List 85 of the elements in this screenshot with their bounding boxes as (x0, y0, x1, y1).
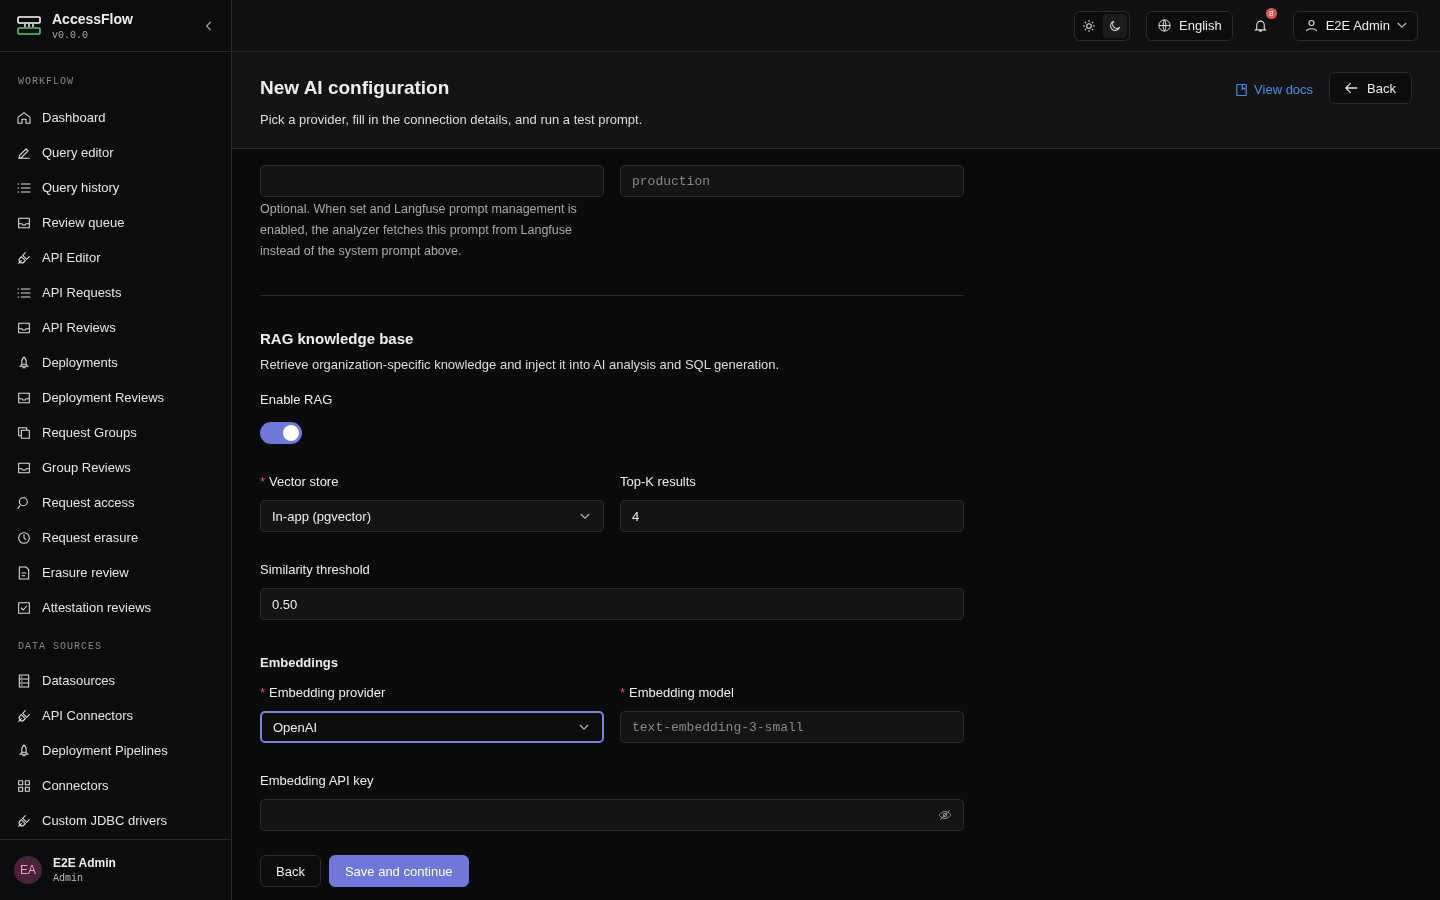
document-icon (16, 564, 32, 581)
back-button[interactable]: Back (260, 855, 321, 887)
rocket-icon (16, 354, 32, 371)
sidebar-item[interactable]: Group Reviews (16, 450, 231, 485)
model-field[interactable]: text-embedding-3-small (620, 711, 964, 743)
field-label: Vector store (269, 474, 339, 489)
required-marker: * (260, 685, 266, 700)
checkbox-icon (16, 599, 32, 616)
field-label: Similarity threshold (260, 562, 371, 577)
plug-icon (16, 249, 32, 266)
chevron-down-icon (579, 723, 589, 731)
database-icon (16, 672, 32, 689)
prompt-label-field[interactable]: production (620, 165, 964, 197)
top-k-field[interactable]: 4 (620, 500, 964, 532)
sidebar-item[interactable]: Dashboard (16, 100, 231, 135)
dark-theme-button[interactable] (1103, 13, 1128, 38)
save-button[interactable]: Save and continue (328, 855, 469, 887)
sun-icon (1082, 18, 1097, 33)
app-version: v0.0.0 (52, 29, 89, 41)
home-icon (16, 109, 32, 126)
view-docs-link[interactable]: View docs (1236, 82, 1314, 97)
sidebar-item[interactable]: Request access (16, 485, 231, 520)
avatar: EA (14, 856, 42, 884)
collapse-icon[interactable] (205, 19, 213, 32)
page-subtitle: Pick a provider, fill in the connection details, and run a test prompt. (260, 112, 644, 127)
required-marker: * (620, 685, 626, 700)
api-key-field[interactable] (260, 799, 964, 831)
section-label: DATA SOURCES (18, 641, 103, 652)
copy-icon (16, 424, 32, 441)
rag-toggle[interactable] (260, 422, 302, 444)
sidebar-item[interactable]: API Connectors (16, 698, 231, 733)
sidebar-item[interactable]: API Requests (16, 275, 231, 310)
user-icon (1303, 18, 1319, 33)
sidebar-item[interactable]: Deployments (16, 345, 231, 380)
chevron-down-icon (580, 512, 590, 520)
sidebar-item[interactable]: Deployment Reviews (16, 380, 231, 415)
sidebar-item[interactable]: API Reviews (16, 310, 231, 345)
chevron-down-icon (1397, 22, 1407, 29)
sidebar-item[interactable]: Custom JDBC drivers (16, 803, 231, 838)
vector-store-select[interactable]: In-app (pgvector) (260, 500, 604, 532)
sidebar-item[interactable]: Request erasure (16, 520, 231, 555)
sidebar-item[interactable]: Attestation reviews (16, 590, 231, 625)
sidebar-item[interactable]: Datasources (16, 663, 231, 698)
field-label: Embedding provider (269, 685, 386, 700)
field-label: Enable RAG (260, 392, 334, 407)
rocket-icon (16, 742, 32, 759)
section-title: RAG knowledge base (260, 330, 415, 347)
sidebar-item[interactable]: Connectors (16, 768, 231, 803)
book-icon (1236, 82, 1248, 97)
plug-icon (16, 812, 32, 829)
back-button[interactable]: Back (1329, 72, 1412, 104)
app-name: AccessFlow (52, 10, 134, 27)
sidebar-item[interactable]: Review queue (16, 205, 231, 240)
section-description: Retrieve organization-specific knowledge and inject it into AI analysis and SQL generation. (260, 357, 781, 372)
sidebar-item[interactable]: API Editor (16, 240, 231, 275)
moon-icon (1108, 18, 1123, 33)
provider-select[interactable]: OpenAI (260, 711, 604, 743)
grid-icon (16, 777, 32, 794)
plug-icon (16, 707, 32, 724)
field-label: Embedding model (629, 685, 734, 700)
language-button[interactable]: English (1146, 10, 1233, 41)
user-role: Admin (53, 873, 84, 884)
hide-icon[interactable] (938, 808, 952, 822)
bell-icon (1253, 18, 1269, 33)
subsection-title: Embeddings (260, 655, 339, 670)
logo-icon (17, 15, 41, 36)
field-label: Top-K results (620, 474, 696, 489)
clock-icon (16, 529, 32, 546)
sidebar-item[interactable]: Query history (16, 170, 231, 205)
sidebar-item[interactable]: Erasure review (16, 555, 231, 590)
sidebar-item[interactable]: Deployment Pipelines (16, 733, 231, 768)
notification-badge: 8 (1265, 7, 1277, 19)
section-label: WORKFLOW (18, 76, 75, 87)
arrow-left-icon (1345, 82, 1359, 94)
prompt-name-field[interactable] (260, 165, 604, 197)
required-marker: * (260, 474, 266, 489)
user-name: E2E Admin (53, 856, 116, 870)
globe-icon (1157, 18, 1173, 33)
sidebar-item[interactable]: Request Groups (16, 415, 231, 450)
similarity-field[interactable]: 0.50 (260, 588, 964, 620)
help-text: Optional. When set and Langfuse prompt management is enabled, the analyzer fetches this prompt from Langfuse instead of the system prompt above. (260, 201, 578, 260)
page-title: New AI configuration (260, 77, 451, 99)
user-menu[interactable]: E2E Admin (1292, 10, 1418, 41)
field-label: Embedding API key (260, 773, 375, 788)
sidebar-item[interactable]: Query editor (16, 135, 231, 170)
